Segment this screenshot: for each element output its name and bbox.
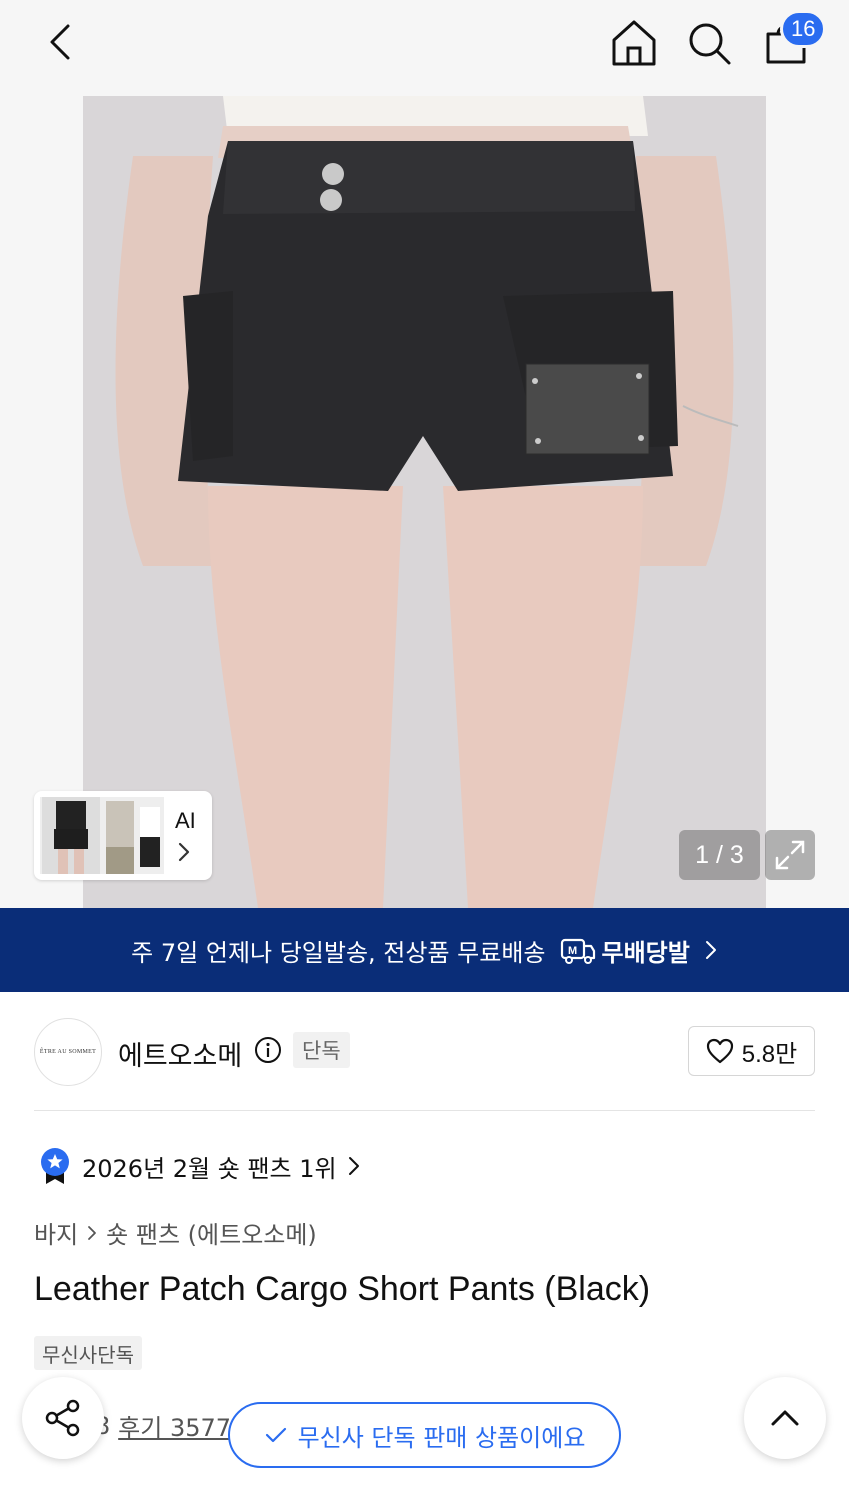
- chevron-right-icon: [348, 1157, 359, 1175]
- shipping-banner[interactable]: 주 7일 언제나 당일발송, 전상품 무료배송 M 무배당발: [0, 908, 849, 992]
- search-button[interactable]: [684, 18, 734, 68]
- share-icon: [45, 1399, 80, 1437]
- breadcrumb: 바지 숏 팬츠 (에트오소메): [34, 1215, 317, 1250]
- brand-row: ÊTRE AU SOMMET 에트오소메 단독 5.8만: [0, 992, 849, 1110]
- ranking-link[interactable]: 2026년 2월 숏 팬츠 1위: [38, 1146, 361, 1186]
- exclusive-notice-text: 무신사 단독 판매 상품이에요: [297, 1423, 586, 1452]
- delivery-truck-icon: M: [560, 938, 595, 964]
- brand-name[interactable]: 에트오소메: [118, 1034, 242, 1073]
- product-photo: [83, 96, 766, 908]
- ai-label: AI: [175, 808, 196, 833]
- svg-text:M: M: [568, 945, 577, 957]
- review-count-link[interactable]: 후기 3577: [118, 1408, 231, 1443]
- expand-icon: [775, 840, 805, 870]
- chevron-left-icon: [50, 24, 70, 60]
- info-icon[interactable]: [254, 1036, 282, 1064]
- musinsa-exclusive-tag: 무신사단독: [34, 1336, 142, 1370]
- back-button[interactable]: [40, 20, 84, 64]
- chevron-right-icon: [88, 1225, 97, 1240]
- ranking-medal-icon: [41, 1148, 69, 1184]
- ranking-text: 2026년 2월 숏 팬츠 1위: [82, 1154, 337, 1183]
- breadcrumb-subcategory[interactable]: 숏 팬츠 (에트오소메): [106, 1215, 317, 1250]
- home-button[interactable]: [608, 18, 660, 68]
- scroll-to-top-button[interactable]: [744, 1377, 826, 1459]
- divider: [34, 1110, 815, 1111]
- cart-count-badge: 16: [780, 10, 827, 48]
- image-counter: 1 / 3: [679, 830, 760, 880]
- expand-image-button[interactable]: [765, 830, 815, 880]
- exclusive-notice-pill: 무신사 단독 판매 상품이에요: [228, 1402, 621, 1468]
- check-icon: [265, 1427, 286, 1443]
- similar-items-thumbnail[interactable]: [34, 791, 212, 880]
- search-icon: [689, 23, 731, 65]
- thumbnail-image: [40, 797, 164, 874]
- chevron-right-icon: [178, 842, 190, 862]
- chevron-up-icon: [771, 1410, 799, 1426]
- free-delivery-brand: M 무배당발: [560, 933, 690, 968]
- shipping-banner-text: 주 7일 언제나 당일발송, 전상품 무료배송: [131, 938, 546, 967]
- heart-icon: [706, 1038, 733, 1064]
- product-image-gallery[interactable]: AI 1 / 3: [0, 96, 849, 908]
- product-title: Leather Patch Cargo Short Pants (Black): [34, 1270, 651, 1308]
- share-button[interactable]: [22, 1377, 104, 1459]
- chevron-right-icon: [705, 941, 716, 959]
- like-count: 5.8만: [741, 1040, 798, 1068]
- home-icon: [612, 20, 656, 66]
- exclusive-badge: 단독: [293, 1032, 350, 1068]
- breadcrumb-category[interactable]: 바지: [34, 1215, 78, 1250]
- free-delivery-label: 무배당발: [601, 938, 690, 967]
- brand-logo[interactable]: ÊTRE AU SOMMET: [34, 1018, 102, 1086]
- like-button[interactable]: 5.8만: [688, 1026, 815, 1076]
- top-nav-bar: 16: [0, 0, 849, 96]
